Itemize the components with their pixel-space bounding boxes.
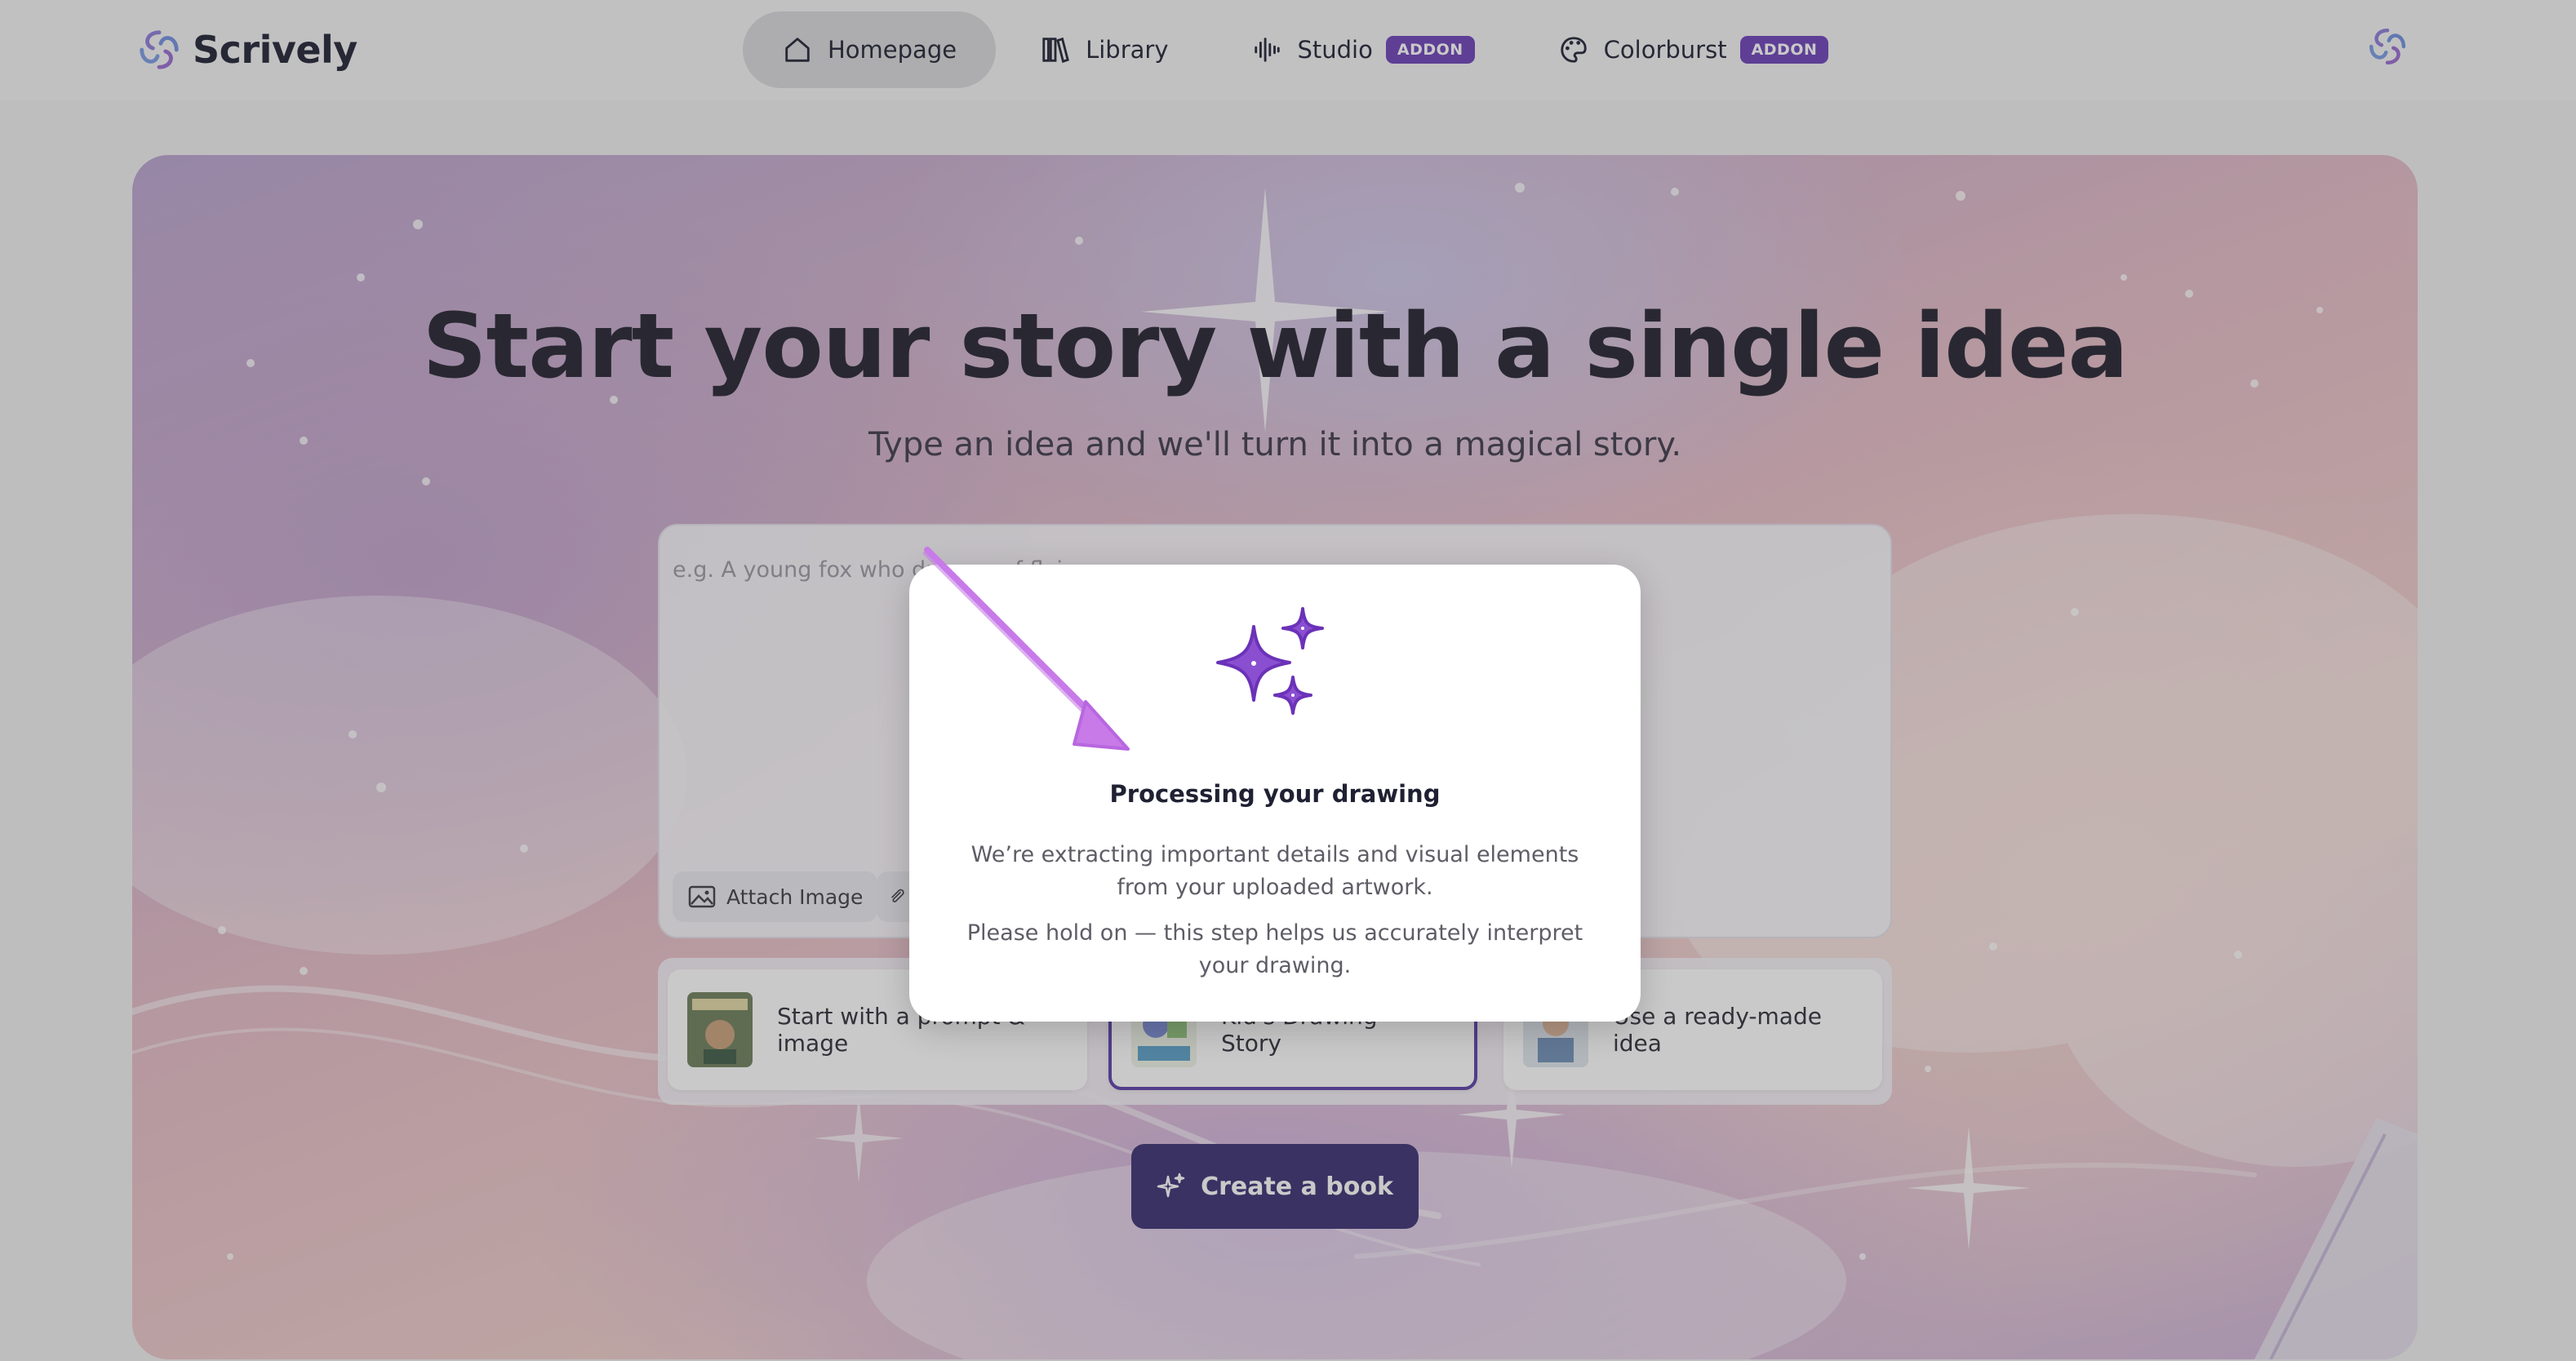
modal-note: Please hold on — this step helps us accu… <box>966 920 1583 978</box>
modal-title: Processing your drawing <box>1109 780 1441 808</box>
sparkles-icon <box>1216 607 1324 715</box>
modal-description: We’re extracting important details and v… <box>970 842 1579 900</box>
processing-modal: Processing your drawing We’re extracting… <box>909 565 1641 1022</box>
